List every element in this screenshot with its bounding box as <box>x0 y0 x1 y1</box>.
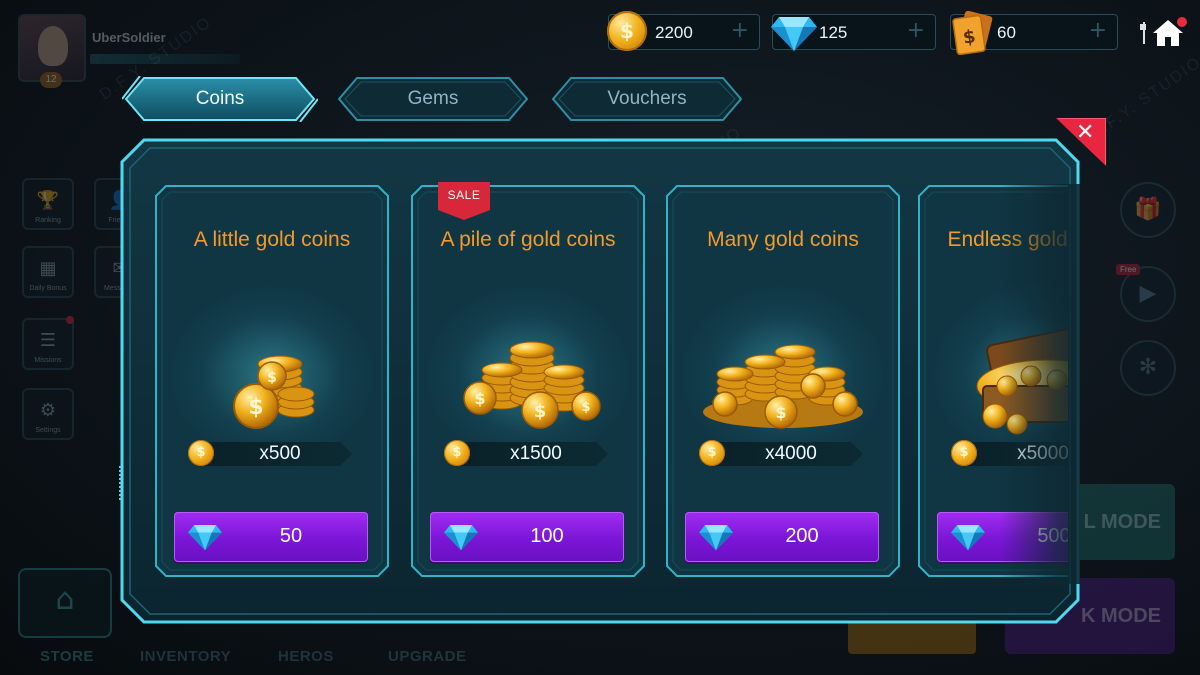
gear-icon: ⚙ <box>39 400 57 421</box>
wheel-button[interactable]: ✻ <box>1120 340 1176 396</box>
tab-coins-label: Coins <box>195 88 245 109</box>
vouchers-balance: $ 60 + <box>950 11 1118 55</box>
settings-label: Settings <box>35 427 61 434</box>
daily-bonus-label: Daily Bonus <box>29 285 67 292</box>
product-quantity: $ x4000 <box>699 440 863 466</box>
dialog-edge-detail <box>119 466 122 500</box>
missions-button[interactable]: ☰ Missions <box>22 318 74 370</box>
svg-text:$: $ <box>775 403 786 422</box>
play-icon: ▶ <box>1139 281 1157 306</box>
vouchers-amount: 60 <box>997 23 1016 42</box>
svg-text:$: $ <box>474 389 485 408</box>
nav-heros-label[interactable]: HEROS <box>278 648 334 665</box>
buy-price: 50 <box>279 525 303 547</box>
add-vouchers-button[interactable]: + <box>1089 18 1107 43</box>
product-quantity: $ x5000 <box>951 440 1068 466</box>
tab-vouchers[interactable]: Vouchers <box>549 76 745 122</box>
svg-text:$: $ <box>534 401 547 422</box>
coins-amount: 2200 <box>655 23 693 42</box>
coin-pile-icon: $ $ $ <box>463 341 601 429</box>
product-quantity: $ x500 <box>188 440 352 466</box>
list-icon: ☰ <box>39 330 57 351</box>
settings-button[interactable]: ⚙ Settings <box>22 388 74 440</box>
product-card[interactable]: Many gold coins $ $ x4000 200 <box>665 184 901 578</box>
svg-text:$: $ <box>267 370 277 386</box>
player-xp-bar <box>90 54 240 64</box>
small-coin-stack-icon: $ $ <box>233 355 315 429</box>
close-button[interactable]: ✕ <box>1056 117 1107 166</box>
store-icon: ⌂ <box>55 582 75 617</box>
product-carousel[interactable]: A little gold coins $ $ $ x500 50 SALE A… <box>150 176 1068 586</box>
tab-gems[interactable]: Gems <box>335 76 531 122</box>
buy-price: 200 <box>785 525 819 547</box>
product-title: A little gold coins <box>193 228 351 251</box>
free-tag: Free <box>1116 264 1141 275</box>
coin-icon: $ <box>607 11 647 51</box>
gems-amount: 125 <box>819 23 848 42</box>
product-quantity: $ x1500 <box>444 440 608 466</box>
product-card[interactable]: A little gold coins $ $ $ x500 50 <box>154 184 390 578</box>
svg-text:$: $ <box>248 395 263 420</box>
gem-icon <box>771 17 817 51</box>
tab-coins[interactable]: Coins <box>122 76 318 122</box>
daily-bonus-button[interactable]: ▦ Daily Bonus <box>22 246 74 298</box>
buy-button[interactable]: 500 <box>937 512 1068 562</box>
player-name: UberSoldier <box>92 30 166 45</box>
missions-label: Missions <box>34 357 62 364</box>
ranking-label: Ranking <box>35 217 61 224</box>
product-quantity-value: x4000 <box>765 443 817 464</box>
large-coin-pile-icon: $ <box>703 344 863 429</box>
calendar-icon: ▦ <box>39 258 57 279</box>
product-quantity-value: x1500 <box>510 443 562 464</box>
product-card[interactable]: Endless gold coins $ x5000 500 <box>917 184 1068 578</box>
tab-vouchers-label: Vouchers <box>607 88 687 109</box>
nav-store-label[interactable]: STORE <box>40 648 94 665</box>
flag-icon <box>1140 22 1148 44</box>
buy-button[interactable]: 50 <box>174 512 368 562</box>
trophy-icon: 🏆 <box>36 190 60 211</box>
nav-upgrade-label[interactable]: UPGRADE <box>388 648 467 665</box>
buy-price: 100 <box>530 525 564 547</box>
product-title: Many gold coins <box>707 228 859 251</box>
product-title: Endless gold coins <box>947 228 1068 251</box>
coins-balance: $ 2200 + <box>607 11 760 51</box>
ranking-button[interactable]: 🏆 Ranking <box>22 178 74 230</box>
product-quantity-value: x5000 <box>1017 443 1068 464</box>
sale-ribbon <box>438 182 490 220</box>
missions-notification-dot <box>66 316 74 324</box>
buy-price: 500 <box>1037 525 1068 547</box>
product-title: A pile of gold coins <box>440 228 616 251</box>
gift-button[interactable]: 🎁 <box>1120 182 1176 238</box>
wheel-icon: ✻ <box>1138 355 1158 380</box>
product-quantity-value: x500 <box>259 443 301 464</box>
voucher-icon: $ <box>952 11 993 55</box>
svg-text:$: $ <box>581 400 590 415</box>
home-notification-dot <box>1177 17 1187 27</box>
tab-gems-label: Gems <box>407 88 459 109</box>
buy-button[interactable]: 200 <box>685 512 879 562</box>
treasure-chest-icon <box>976 323 1068 435</box>
nav-inventory-label[interactable]: INVENTORY <box>140 648 231 665</box>
product-card[interactable]: SALE A pile of gold coins $ $ $ $ x1500 … <box>410 182 646 578</box>
player-level-badge: 12 <box>40 72 62 88</box>
close-icon: ✕ <box>1076 120 1095 145</box>
store-nav-button[interactable]: ⌂ <box>18 568 112 638</box>
gems-balance: 125 + <box>771 14 936 51</box>
add-coins-button[interactable]: + <box>731 18 749 43</box>
add-gems-button[interactable]: + <box>907 18 925 43</box>
buy-button[interactable]: 100 <box>430 512 624 562</box>
gift-icon: 🎁 <box>1134 197 1162 222</box>
